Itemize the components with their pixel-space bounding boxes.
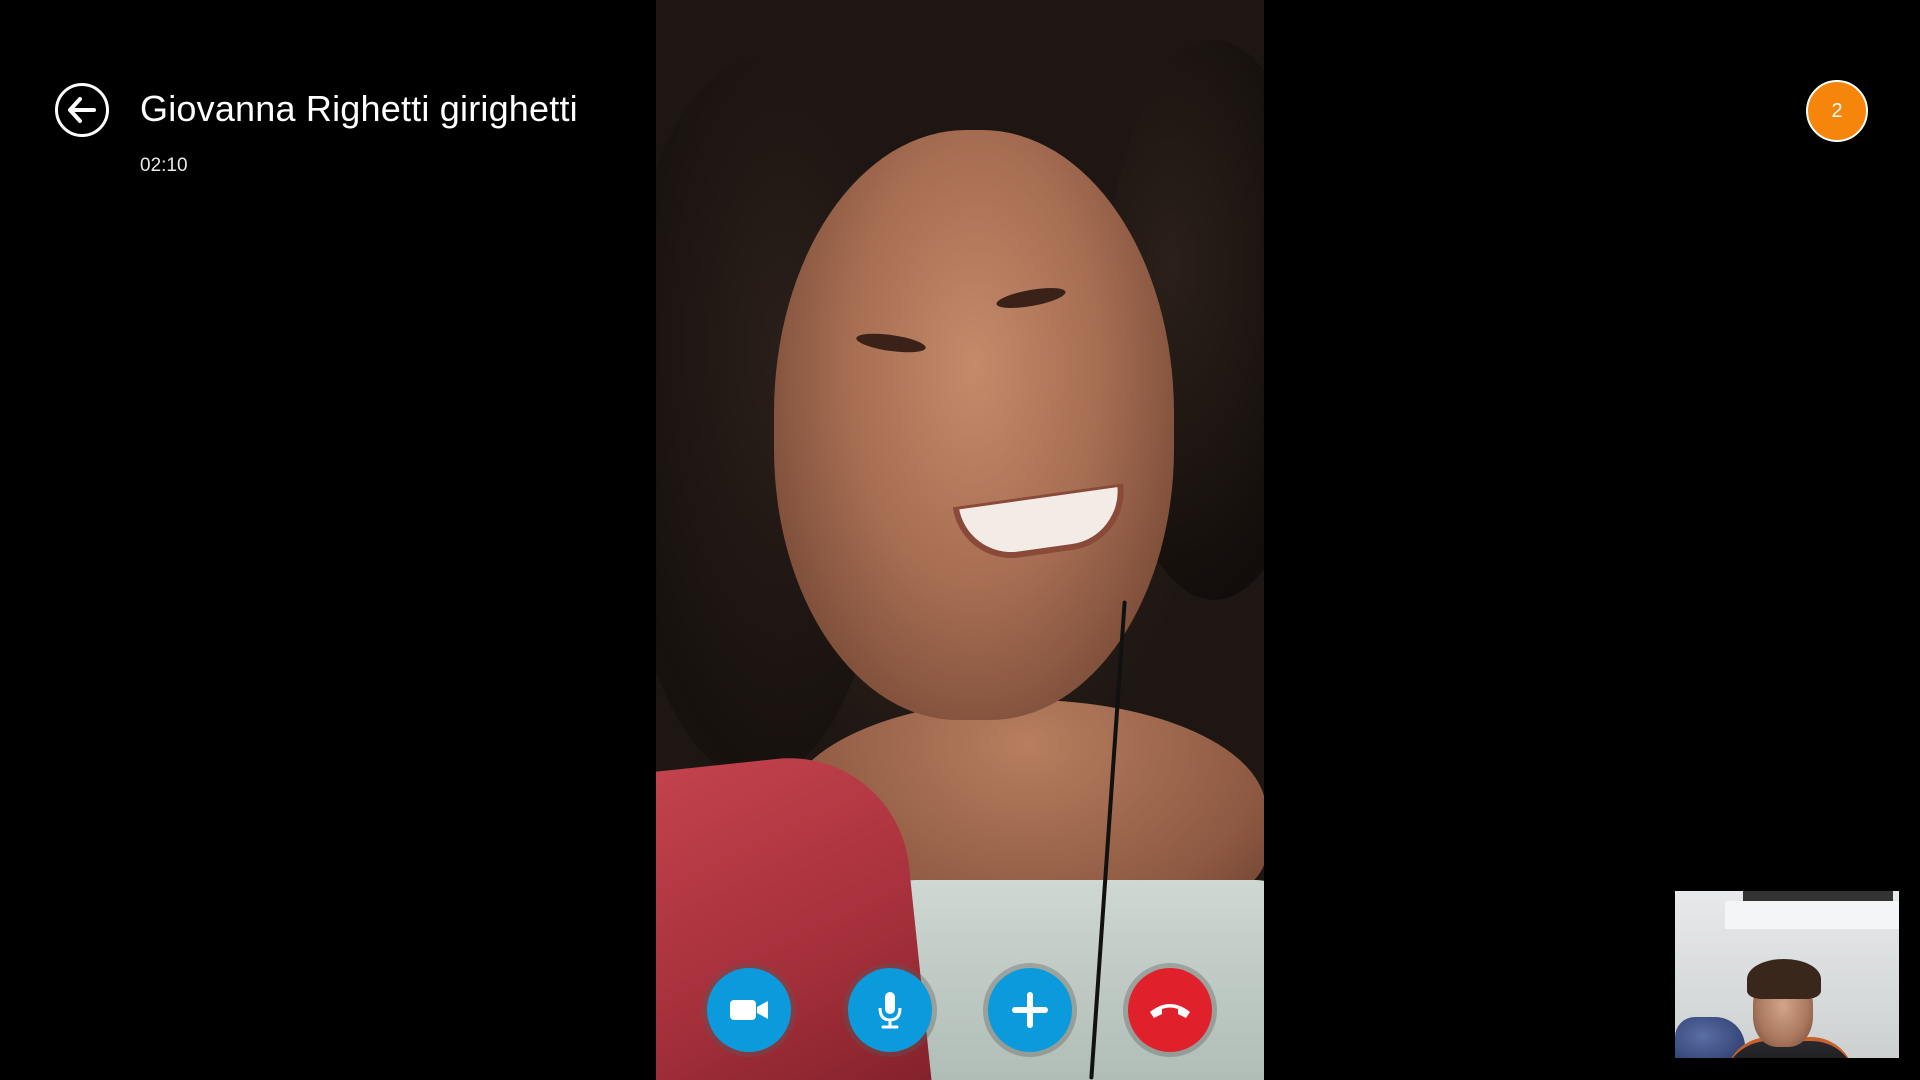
video-call-screen: Giovanna Righetti girighetti 02:10 2 (0, 0, 1920, 1080)
self-video-preview[interactable] (1675, 891, 1899, 1058)
phone-hangup-icon (1150, 1004, 1190, 1018)
plus-icon (1012, 992, 1048, 1028)
contact-name: Giovanna Righetti girighetti (140, 88, 578, 129)
self-view-shelf (1743, 891, 1893, 901)
arrow-left-icon (68, 97, 96, 123)
participants-count: 2 (1831, 99, 1843, 122)
remote-video-face (774, 130, 1174, 720)
video-toggle-button[interactable] (707, 968, 791, 1052)
self-view-hair (1747, 959, 1821, 999)
microphone-icon (878, 992, 902, 1029)
add-participant-button[interactable] (988, 968, 1072, 1052)
call-duration: 02:10 (140, 155, 188, 176)
self-view-wall-light (1725, 901, 1899, 929)
remote-video-feed (656, 0, 1264, 1080)
video-camera-icon (730, 1000, 768, 1020)
participants-badge[interactable]: 2 (1806, 80, 1868, 142)
microphone-toggle-button[interactable] (848, 968, 932, 1052)
back-button[interactable] (55, 83, 109, 137)
end-call-button[interactable] (1128, 968, 1212, 1052)
call-controls (0, 968, 1920, 1052)
